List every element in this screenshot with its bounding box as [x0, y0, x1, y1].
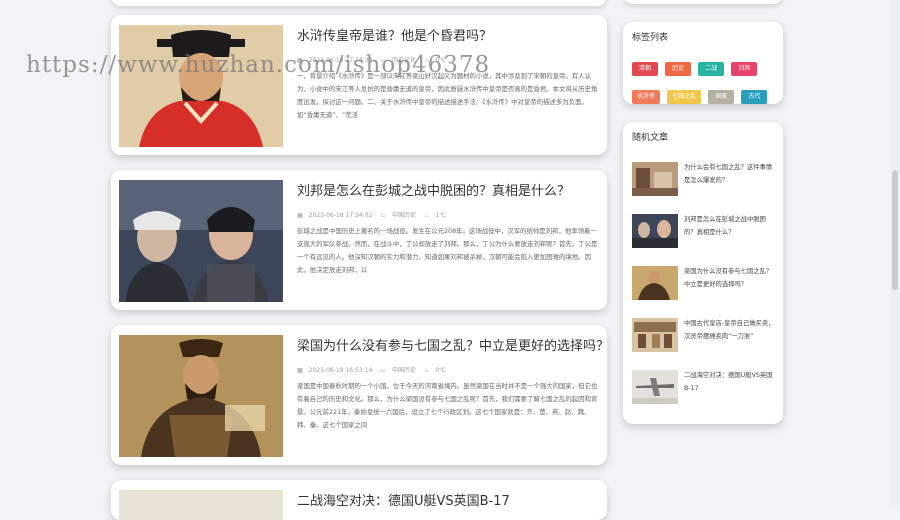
folder-icon: ▭ — [380, 367, 386, 374]
watermark-text: https://www.huzhan.com/ishop46378 — [26, 52, 491, 78]
random-article-title[interactable]: 为什么会有七国之乱？这件事情是怎么爆发的？ — [684, 162, 778, 187]
calendar-icon: ▦ — [297, 212, 303, 219]
random-article-title[interactable]: 梁国为什么没有参与七国之乱？中立是更好的选择吗？ — [684, 266, 778, 291]
random-article-item[interactable]: 刘邦是怎么在彭城之战中脱困的？真相是什么？ — [632, 214, 778, 254]
random-article-thumbnail[interactable] — [632, 266, 678, 300]
article-card[interactable]: 刘邦是怎么在彭城之战中脱困的？真相是什么？ ▦ 2023-06-18 17:24:… — [111, 170, 607, 310]
tag-item[interactable]: 清朝 — [632, 62, 658, 76]
tag-item[interactable]: 历史 — [665, 62, 692, 76]
random-box-title: 随机文章 — [632, 133, 669, 143]
article-date: 2023-06-18 17:24:02 — [308, 212, 373, 219]
article-views: 1℃ — [435, 212, 446, 219]
article-card[interactable]: 二战海空对决：德国U艇VS英国B-17 — [111, 480, 607, 520]
random-article-item[interactable]: 为什么会有七国之乱？这件事情是怎么爆发的？ — [632, 162, 778, 202]
random-article-title[interactable]: 二战海空对决：德国U艇VS英国B-17 — [684, 370, 778, 395]
random-article-item[interactable]: 二战海空对决：德国U艇VS英国B-17 — [632, 370, 778, 410]
random-article-title[interactable]: 刘邦是怎么在彭城之战中脱困的？真相是什么？ — [684, 214, 778, 239]
article-category[interactable]: 中国历史 — [392, 367, 416, 374]
tag-item[interactable]: 国家 — [708, 90, 735, 104]
previous-sidebox-edge — [623, 0, 783, 4]
page-scrollbar[interactable] — [890, 0, 900, 506]
article-excerpt: 梁国是中国春秋时期的一个小国，位于今天的河南省境内。虽然梁国在当时并不是一个强大… — [297, 382, 598, 429]
random-articles-box: 随机文章 为什么会有七国之乱？这件事情是怎么爆发的？ 刘邦是怎么在彭城之战中脱困… — [623, 122, 783, 424]
folder-icon: ▭ — [380, 212, 386, 219]
tags-box: 标签列表 清朝 历史 二战 刘邦 水浒传 七国之乱 国家 古代 — [623, 22, 783, 104]
random-article-title[interactable]: 中国古代皇店-皇帝自己做买卖，汉灵帝摆摊卖肉“一刀准” — [684, 318, 778, 343]
article-excerpt: 彭城之战是中国历史上著名的一场战役。发生在公元208年。这场战役中，汉军的统帅是… — [297, 227, 598, 274]
article-thumbnail[interactable] — [119, 180, 283, 302]
random-article-thumbnail[interactable] — [632, 318, 678, 352]
article-card[interactable]: 水浒传皇帝是谁？他是个昏君吗？ ▦ 2023-06-18 17:24:33 ▭ 历史… — [111, 15, 607, 155]
article-thumbnail[interactable] — [119, 490, 283, 520]
previous-card-edge — [111, 0, 607, 6]
article-excerpt: 一、背景介绍《水浒传》是一部以宋江等梁山好汉起义为题材的小说，其中涉及到了宋朝的… — [297, 72, 598, 119]
flame-icon: ♨ — [423, 212, 430, 219]
article-title[interactable]: 梁国为什么没有参与七国之乱？中立是更好的选择吗？ — [297, 335, 609, 354]
tag-item[interactable]: 七国之乱 — [667, 90, 702, 104]
article-title[interactable]: 水浒传皇帝是谁？他是个昏君吗？ — [297, 25, 492, 44]
article-title[interactable]: 二战海空对决：德国U艇VS英国B-17 — [297, 490, 510, 509]
article-thumbnail[interactable] — [119, 335, 283, 457]
article-meta: ▦ 2023-06-18 16:53:14 ▭ 中国历史 ♨ 0℃ — [297, 365, 452, 374]
random-article-thumbnail[interactable] — [632, 370, 678, 404]
tag-item[interactable]: 古代 — [741, 90, 768, 104]
random-article-item[interactable]: 梁国为什么没有参与七国之乱？中立是更好的选择吗？ — [632, 266, 778, 306]
article-views: 0℃ — [435, 367, 446, 374]
tag-list: 清朝 历史 二战 刘邦 水浒传 七国之乱 国家 古代 — [632, 55, 778, 111]
article-thumbnail[interactable] — [119, 25, 283, 147]
article-category[interactable]: 中国历史 — [392, 212, 416, 219]
article-card[interactable]: 梁国为什么没有参与七国之乱？中立是更好的选择吗？ ▦ 2023-06-18 16:… — [111, 325, 609, 465]
tag-item[interactable]: 水浒传 — [632, 90, 661, 104]
random-article-thumbnail[interactable] — [632, 214, 678, 248]
scrollbar-thumb[interactable] — [892, 170, 898, 290]
calendar-icon: ▦ — [297, 367, 303, 374]
article-title[interactable]: 刘邦是怎么在彭城之战中脱困的？真相是什么？ — [297, 180, 570, 199]
article-meta: ▦ 2023-06-18 17:24:02 ▭ 中国历史 ♨ 1℃ — [297, 210, 452, 219]
tag-item[interactable]: 刘邦 — [731, 62, 758, 76]
random-article-item[interactable]: 中国古代皇店-皇帝自己做买卖，汉灵帝摆摊卖肉“一刀准” — [632, 318, 778, 358]
tags-box-title: 标签列表 — [632, 33, 669, 43]
random-article-thumbnail[interactable] — [632, 162, 678, 196]
tag-item[interactable]: 二战 — [698, 62, 725, 76]
article-date: 2023-06-18 16:53:14 — [308, 367, 373, 374]
flame-icon: ♨ — [423, 367, 430, 374]
